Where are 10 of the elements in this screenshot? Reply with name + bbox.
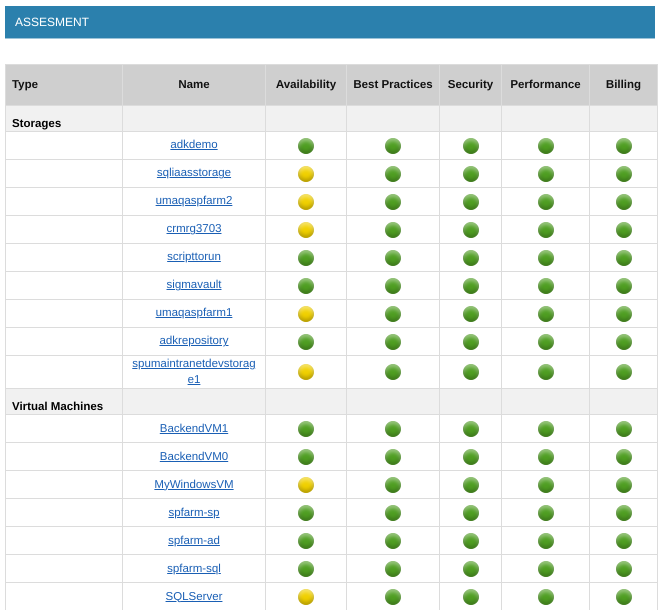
header-title: ASSESMENT [15, 15, 90, 29]
column-header: Availability [266, 64, 346, 106]
column-header: Name [122, 64, 266, 106]
group-label: Storages [6, 106, 122, 132]
group-label: Virtual Machines [6, 388, 122, 415]
column-header: Billing [590, 64, 658, 106]
column-header: Performance [502, 64, 590, 106]
column-header: Best Practices [346, 64, 440, 106]
column-header: Security [440, 64, 502, 106]
column-header: Type [6, 64, 122, 106]
